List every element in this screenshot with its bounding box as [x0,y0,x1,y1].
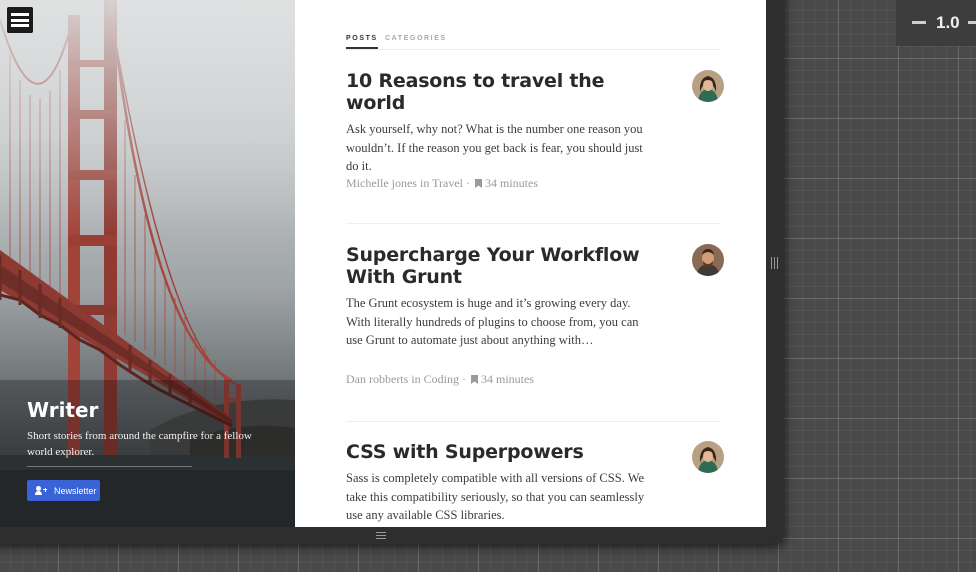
preview-screen: Writer Short stories from around the cam… [0,0,766,527]
site-description: Short stories from around the campfire f… [27,430,252,458]
divider [27,466,192,467]
zoom-control: 1.0 [896,0,976,46]
post-category[interactable]: Coding [424,372,459,386]
resize-handle-bottom[interactable] [376,532,386,541]
post-meta: Dan robberts in Coding · 34 minutes [346,372,535,386]
avatar-woman-icon [692,441,724,473]
post-divider [346,223,721,224]
author-avatar[interactable] [692,244,724,276]
post-excerpt: Ask yourself, why not? What is the numbe… [346,122,643,173]
post-item: 10 Reasons to travel the world Ask yours… [346,70,724,190]
post-title[interactable]: CSS with Superpowers [346,441,656,463]
post-item: CSS with Superpowers Sass is completely … [346,441,724,525]
post-title[interactable]: 10 Reasons to travel the world [346,70,656,114]
tab-posts[interactable]: POSTS [346,35,378,49]
post-excerpt: Sass is completely compatible with all v… [346,471,645,522]
avatar-man-icon [692,244,724,276]
add-user-icon [35,486,47,495]
newsletter-label: Newsletter [54,485,97,496]
author-avatar[interactable] [692,70,724,102]
post-divider [346,421,721,422]
zoom-level: 1.0 [936,13,960,32]
newsletter-button[interactable]: Newsletter [27,480,100,501]
post-read-time: 34 minutes [485,176,538,190]
post-excerpt: The Grunt ecosystem is huge and it’s gro… [346,296,639,347]
zoom-in-button[interactable] [968,21,976,24]
zoom-out-button[interactable] [912,21,926,24]
resize-handle-right[interactable] [771,257,781,269]
bookmark-icon [471,375,479,384]
post-author[interactable]: Michelle jones [346,176,417,190]
tab-bar: POSTS CATEGORIES [346,35,721,50]
author-avatar[interactable] [692,441,724,473]
avatar-woman-icon [692,70,724,102]
menu-icon[interactable] [7,7,33,33]
post-item: Supercharge Your Workflow With Grunt The… [346,244,724,386]
post-author[interactable]: Dan robberts [346,372,408,386]
bookmark-icon [475,179,482,188]
post-read-time: 34 minutes [481,372,535,386]
site-title: Writer [27,398,99,422]
post-category[interactable]: Travel [432,176,463,190]
tab-categories[interactable]: CATEGORIES [385,35,447,42]
post-title[interactable]: Supercharge Your Workflow With Grunt [346,244,656,288]
post-meta: Michelle jones in Travel · 34 minutes [346,176,538,190]
hero-panel: Writer Short stories from around the cam… [0,0,295,527]
